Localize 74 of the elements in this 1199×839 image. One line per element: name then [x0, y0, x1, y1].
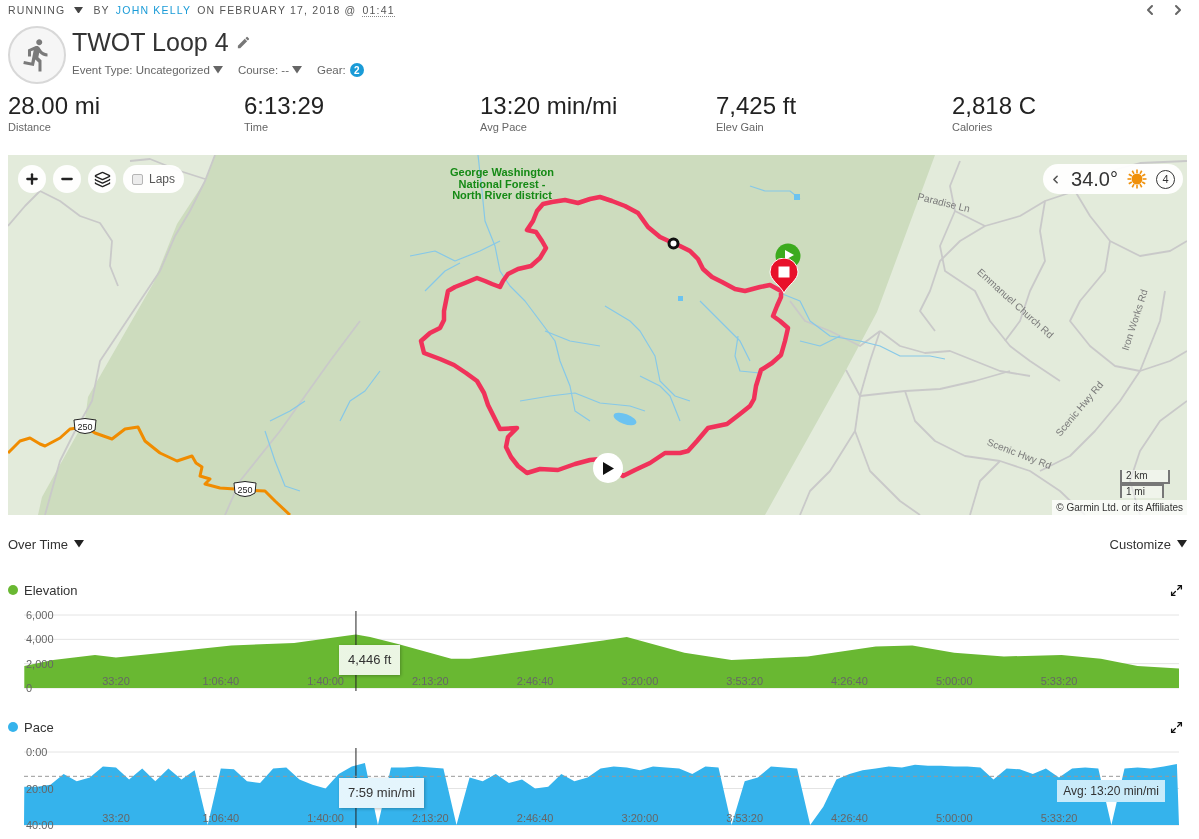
- course-dropdown[interactable]: Course: --: [237, 64, 302, 76]
- chart-title: Elevation: [24, 582, 78, 598]
- axis-label: 0:00: [26, 746, 48, 758]
- axis-label: 2:13:20: [412, 675, 449, 687]
- stat-label: Distance: [8, 120, 51, 134]
- expand-icon[interactable]: [1170, 720, 1183, 734]
- axis-label: 1:06:40: [202, 675, 240, 687]
- sun-icon: [1127, 169, 1147, 189]
- axis-label: 2:46:40: [516, 812, 554, 824]
- stat-label: Time: [244, 120, 269, 134]
- axis-label: 0: [26, 682, 33, 693]
- gear-label: Gear:: [317, 64, 346, 76]
- road-label: Scenic Hwy Rd: [985, 436, 1053, 471]
- customize-dropdown[interactable]: Customize: [1109, 536, 1187, 552]
- stat-value: 7,425 ft: [716, 92, 797, 120]
- date-text: ON FEBRUARY 17, 2018 @: [197, 4, 357, 16]
- layers-icon: [93, 170, 111, 188]
- view-dropdown[interactable]: Over Time: [8, 536, 84, 552]
- axis-label: 3:53:20: [726, 675, 764, 687]
- axis-label: 33:20: [102, 675, 130, 687]
- axis-label: 5:00:00: [935, 812, 973, 824]
- axis-label: 4:26:40: [831, 675, 868, 687]
- activity-title: TWOT Loop 4: [72, 27, 229, 58]
- stat-label: Elev Gain: [716, 120, 764, 134]
- play-icon: [602, 461, 614, 475]
- caret-icon: [1177, 540, 1187, 548]
- axis-label: 4:26:40: [831, 812, 868, 824]
- axis-label: 33:20: [102, 812, 130, 824]
- expand-icon[interactable]: [1170, 583, 1183, 597]
- event-type-dropdown[interactable]: Event Type: Uncategorized: [72, 64, 223, 76]
- axis-label: 1:40:00: [307, 812, 344, 824]
- axis-label: 3:20:00: [621, 812, 659, 824]
- axis-label: 5:00:00: [935, 675, 973, 687]
- caret-icon: [73, 540, 84, 548]
- laps-toggle[interactable]: Laps: [123, 165, 185, 193]
- scale-label: 1 mi: [1120, 484, 1164, 498]
- caret-icon: [212, 66, 223, 74]
- laps-checkbox[interactable]: [132, 173, 143, 185]
- chart-tooltip: 7:59 min/mi: [338, 777, 425, 808]
- axis-label: 20:00: [26, 782, 54, 795]
- stat-label: Avg Pace: [480, 120, 527, 134]
- caret-icon: [292, 66, 302, 74]
- axis-label: 3:20:00: [621, 675, 659, 687]
- axis-label: 5:33:20: [1040, 812, 1078, 824]
- time-link[interactable]: 01:41: [362, 3, 395, 17]
- stat-value: 28.00 mi: [8, 92, 101, 120]
- axis-label: 2:46:40: [516, 675, 554, 687]
- stat-value: 6:13:29: [244, 92, 325, 120]
- edit-icon[interactable]: [235, 34, 251, 50]
- byline-text: BY: [93, 4, 110, 16]
- stat-label: Calories: [952, 120, 993, 134]
- chart-title: Pace: [24, 719, 54, 735]
- axis-label: 6,000: [26, 609, 54, 621]
- scale-label: 2 km: [1120, 470, 1170, 484]
- activity-type-dropdown[interactable]: RUNNING: [8, 4, 84, 16]
- caret-icon: [74, 6, 84, 14]
- axis-label: 40:00: [26, 819, 54, 830]
- road-label: Paradise Ln: [916, 190, 972, 215]
- plus-icon: [24, 171, 40, 187]
- road-label: Iron Works Rd: [1119, 287, 1150, 352]
- temperature-text: 34.0°: [1071, 167, 1118, 191]
- axis-label: 5:33:20: [1040, 675, 1078, 687]
- map-pin-icon: [769, 258, 799, 294]
- axis-label: 4,000: [26, 633, 54, 646]
- stat-value: 2,818 C: [952, 92, 1037, 120]
- average-label: Avg: 13:20 min/mi: [1057, 780, 1165, 803]
- ring-marker-icon: [667, 237, 680, 250]
- map-area-label: George Washington National Forest - North River district: [449, 166, 555, 201]
- axis-label: 2:13:20: [412, 812, 449, 824]
- map-attribution: © Garmin Ltd. or its Affiliates: [1052, 500, 1187, 515]
- chart-tooltip: 4,446 ft: [338, 644, 401, 675]
- stat-value: 13:20 min/mi: [480, 92, 618, 120]
- axis-label: 1:40:00: [307, 675, 344, 687]
- runner-icon: [8, 26, 66, 84]
